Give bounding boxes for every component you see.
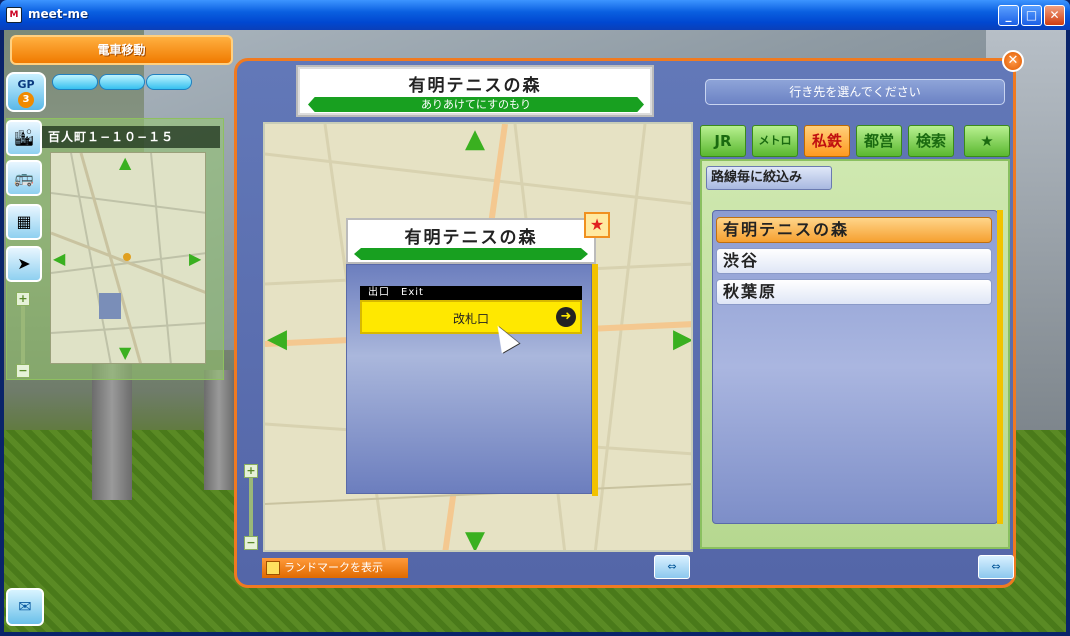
minimize-button[interactable]: _ [998,5,1019,26]
close-dialog-button[interactable]: ✕ [1002,50,1024,72]
popup-station-name: 有明テニスの森 [404,228,538,248]
station-kana: ありあけてにすのもり [308,97,644,112]
train-move-button[interactable]: 電車移動 [10,35,233,65]
minimap[interactable]: ▲ ▼ ◀ ▶ [50,152,206,364]
minimap-zoom[interactable]: + − [16,292,30,378]
destination-list-scrollbar[interactable] [997,210,1003,524]
status-pill [52,74,98,90]
address-label: 百人町１−１０−１５ [42,126,220,148]
filter-by-line-button[interactable]: 路線毎に絞込み [706,166,832,190]
list-expand-icon[interactable]: ⇔ [978,555,1014,579]
scroll-up-icon[interactable]: ▲ [119,155,131,171]
destination-item[interactable]: 有明テニスの森 [716,217,992,243]
gp-value: 3 [18,92,34,108]
map-zoom-out-button[interactable]: − [244,536,258,550]
background-pillar [204,370,234,490]
tab-metro[interactable]: メトロ [752,125,798,157]
popup-station-title: 有明テニスの森 [346,218,596,264]
arrow-right-icon: ➜ [556,307,576,327]
line-tabs: JR メトロ 私鉄 都営 検索 ★ [700,125,1012,159]
map-down-icon[interactable]: ▼ [465,528,485,550]
window-titlebar[interactable]: M meet-me _ □ ✕ [0,0,1070,30]
close-window-button[interactable]: ✕ [1044,5,1065,26]
status-pill [146,74,192,90]
window-title: meet-me [28,7,89,21]
map-up-icon[interactable]: ▲ [465,126,485,152]
tab-private-rail[interactable]: 私鉄 [804,125,850,157]
gp-badge[interactable]: GP 3 [6,72,46,112]
map-zoom[interactable]: + − [244,464,258,554]
landmark-label: ランドマークを表示 [284,561,383,574]
building-icon [99,293,121,319]
background-pillar [92,360,132,500]
map-icon[interactable]: 🏙 [6,120,42,156]
destination-item[interactable]: 秋葉原 [716,279,992,305]
destination-item[interactable]: 渋谷 [716,248,992,274]
station-title: 有明テニスの森 ありあけてにすのもり [296,65,654,117]
map-zoom-track[interactable] [249,478,253,536]
zoom-track[interactable] [21,306,25,364]
zoom-in-button[interactable]: + [16,292,30,306]
exit-label: 改札口 [452,312,489,326]
tab-toei[interactable]: 都営 [856,125,902,157]
tab-jr[interactable]: JR [700,125,746,157]
tab-search[interactable]: 検索 [908,125,954,157]
minimap-roads [51,153,205,363]
app-icon: M [6,7,22,23]
popup-line-bar [354,248,588,260]
map-left-icon[interactable]: ◀ [267,326,287,352]
station-name: 有明テニスの森 [408,76,542,96]
scroll-down-icon[interactable]: ▼ [119,345,131,361]
tab-favorites[interactable]: ★ [964,125,1010,157]
compass-icon[interactable]: ➤ [6,246,42,282]
favorite-star-icon[interactable]: ★ [584,212,610,238]
chat-icon[interactable]: ✉ [6,588,44,626]
scroll-right-icon[interactable]: ▶ [189,251,201,267]
status-pill [99,74,145,90]
show-landmarks-toggle[interactable]: ランドマークを表示 [262,558,408,578]
exit-ticket-gate-button[interactable]: 改札口 ➜ [360,300,582,334]
gp-label: GP [17,78,35,91]
maximize-button[interactable]: □ [1021,5,1042,26]
map-right-icon[interactable]: ▶ [673,326,691,352]
scroll-left-icon[interactable]: ◀ [53,251,65,267]
popup-scrollbar[interactable] [592,264,598,496]
vehicle-icon[interactable]: 🚌 [6,160,42,196]
map-expand-icon[interactable]: ⇔ [654,555,690,579]
map-zoom-in-button[interactable]: + [244,464,258,478]
destination-prompt: 行き先を選んでください [705,79,1005,105]
exit-header: 出口 Exit [360,286,582,300]
area-map-icon[interactable]: ▦ [6,204,42,240]
zoom-out-button[interactable]: − [16,364,30,378]
landmark-checkbox[interactable] [266,561,280,575]
player-marker [123,253,131,261]
